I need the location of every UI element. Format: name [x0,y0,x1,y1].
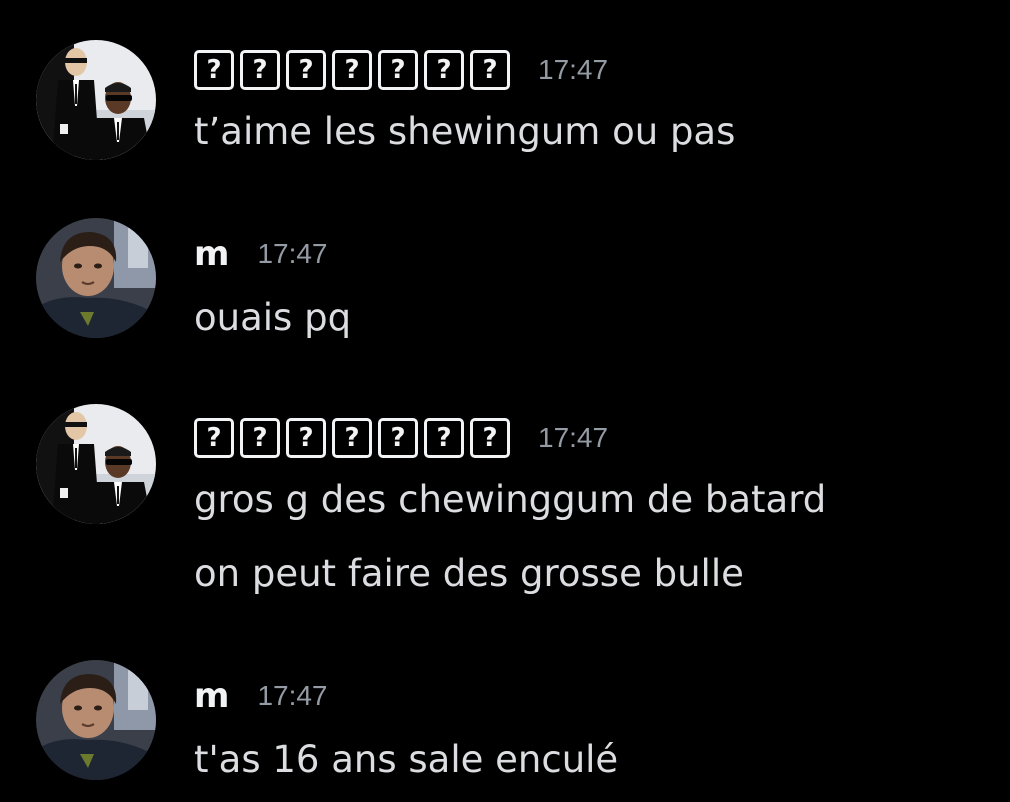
boy-portrait-avatar-image [36,218,156,338]
chat-messages: ? ? ? ? ? ? ? 17:47 t’aime les shewingum… [0,0,1010,802]
missing-glyph-icon: ? [332,418,372,458]
timestamp: 17:47 [257,680,328,711]
message-header: ? ? ? ? ? ? ? 17:47 [194,416,608,460]
timestamp: 17:47 [538,54,609,85]
message-text: on peut faire des grosse bulle [194,552,744,595]
boy-portrait-avatar-image [36,660,156,780]
missing-glyph-icon: ? [424,418,464,458]
missing-glyph-icon: ? [194,418,234,458]
message-text: t'as 16 ans sale enculé [194,738,619,781]
timestamp: 17:47 [257,238,328,269]
men-in-black-avatar-image [36,404,156,524]
avatar[interactable] [36,404,156,524]
missing-glyph-icon: ? [194,50,234,90]
missing-glyph-icon: ? [470,418,510,458]
missing-glyph-icon: ? [470,50,510,90]
message-text: ouais pq [194,296,352,339]
avatar[interactable] [36,218,156,338]
missing-glyph-icon: ? [240,50,280,90]
missing-glyph-icon: ? [286,50,326,90]
missing-glyph-icon: ? [378,418,418,458]
username[interactable]: m [194,234,229,274]
men-in-black-avatar-image [36,40,156,160]
timestamp: 17:47 [538,422,609,453]
missing-glyph-icon: ? [424,50,464,90]
message-text: t’aime les shewingum ou pas [194,110,736,153]
message-text: gros g des chewinggum de batard [194,478,827,521]
username[interactable]: ? ? ? ? ? ? ? [194,50,510,90]
missing-glyph-icon: ? [332,50,372,90]
missing-glyph-icon: ? [286,418,326,458]
message-header: m 17:47 [194,232,328,276]
missing-glyph-icon: ? [378,50,418,90]
avatar[interactable] [36,660,156,780]
missing-glyph-icon: ? [240,418,280,458]
message-header: ? ? ? ? ? ? ? 17:47 [194,48,608,92]
message-header: m 17:47 [194,674,328,718]
username[interactable]: ? ? ? ? ? ? ? [194,418,510,458]
username[interactable]: m [194,676,229,716]
avatar[interactable] [36,40,156,160]
